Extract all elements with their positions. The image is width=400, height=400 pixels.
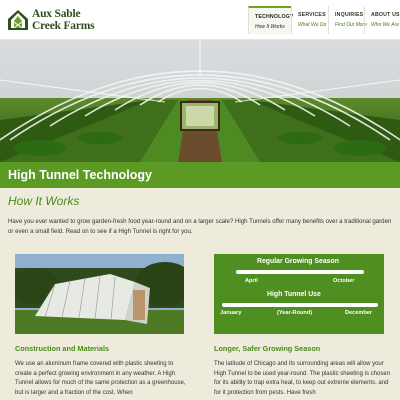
- nav-sublabel: What We Do: [298, 22, 327, 28]
- barn-icon: [8, 10, 28, 30]
- regular-season-start: April: [245, 278, 258, 284]
- high-tunnel-end: December: [345, 310, 373, 316]
- regular-season-bar: [236, 270, 364, 274]
- nav-label: ABOUT US: [371, 12, 400, 18]
- nav-item-inquiries[interactable]: INQUIRIES Find Out More: [328, 6, 367, 34]
- section-heading-growing-season: Longer, Safer Growing Season: [214, 344, 321, 353]
- brand-name-line2: Creek Farms: [32, 20, 95, 32]
- growing-season-panel: Regular Growing Season April October Hig…: [214, 254, 384, 334]
- high-tunnel-use-bar: [222, 303, 378, 307]
- brand-name-line1: Aux Sable: [32, 8, 81, 20]
- section-body-growing-season: The latitude of Chicago and its surround…: [214, 361, 390, 396]
- nav-sublabel: How It Works: [255, 24, 285, 30]
- high-tunnel-use-title: High Tunnel Use: [267, 291, 321, 298]
- page-subtitle: How It Works: [8, 194, 80, 208]
- hero-image-high-tunnel-interior: [0, 40, 400, 162]
- main-content: How It Works Have you ever wanted to gro…: [0, 188, 400, 400]
- regular-season-title: Regular Growing Season: [257, 258, 339, 265]
- nav-item-services[interactable]: SERVICES What We Do: [291, 6, 328, 34]
- site-logo[interactable]: Aux Sable Creek Farms: [5, 6, 97, 34]
- high-tunnel-start: January: [220, 310, 242, 316]
- nav-label: INQUIRIES: [335, 12, 364, 18]
- regular-season-end: October: [333, 278, 355, 284]
- site-header: Aux Sable Creek Farms TECHNOLOGY How It …: [0, 0, 400, 40]
- high-tunnel-photo: [15, 254, 184, 334]
- page-title-band: High Tunnel Technology: [0, 162, 400, 188]
- nav-item-technology[interactable]: TECHNOLOGY How It Works: [248, 6, 294, 34]
- nav-label: TECHNOLOGY: [255, 14, 294, 20]
- section-body-construction: We use an aluminum frame covered with pl…: [15, 361, 186, 396]
- nav-label: SERVICES: [298, 12, 326, 18]
- nav-sublabel: Who We Are: [371, 22, 400, 28]
- nav-item-about-us[interactable]: ABOUT US Who We Are: [364, 6, 400, 34]
- page-title: High Tunnel Technology: [8, 168, 152, 182]
- intro-paragraph: Have you ever wanted to grow garden-fres…: [8, 218, 392, 235]
- section-heading-construction: Construction and Materials: [15, 344, 110, 353]
- nav-sublabel: Find Out More: [335, 22, 367, 28]
- high-tunnel-mid: (Year-Round): [277, 310, 313, 316]
